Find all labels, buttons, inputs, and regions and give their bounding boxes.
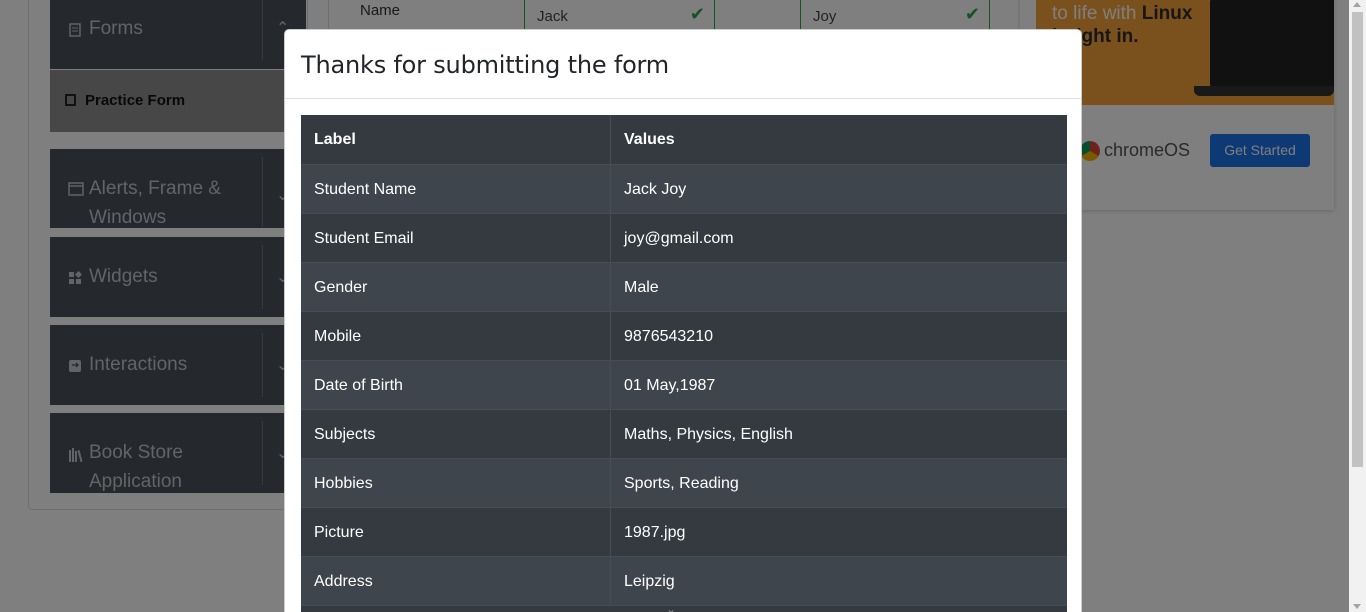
scroll-down-icon[interactable]	[1353, 604, 1361, 609]
table-row: Subjects Maths, Physics, English	[301, 409, 1067, 459]
table-header-row: Label Values	[301, 115, 1067, 164]
row-value: 01 May,1987	[624, 377, 716, 394]
table-row-partial	[301, 605, 1067, 612]
header-label: Label	[301, 115, 611, 164]
table-row: Student Name Jack Joy	[301, 164, 1067, 214]
row-value: joy@gmail.com	[624, 230, 734, 247]
row-value: 1987.jpg	[624, 524, 686, 541]
table-row: Picture 1987.jpg	[301, 507, 1067, 557]
table-row: Date of Birth 01 May,1987	[301, 360, 1067, 410]
row-label: Address	[301, 557, 611, 606]
row-label: Date of Birth	[301, 361, 611, 410]
table-row: Gender Male	[301, 262, 1067, 312]
table-row: Address Leipzig	[301, 556, 1067, 606]
row-value: Sports, Reading	[624, 475, 739, 492]
row-label: Mobile	[301, 312, 611, 361]
row-label: Hobbies	[301, 459, 611, 508]
row-label: Subjects	[301, 410, 611, 459]
row-value: Leipzig	[624, 573, 675, 590]
row-label: Gender	[301, 263, 611, 312]
row-label: Student Name	[301, 165, 611, 214]
table-row: Mobile 9876543210	[301, 311, 1067, 361]
modal-title: Thanks for submitting the form	[301, 51, 669, 79]
table-row: Hobbies Sports, Reading	[301, 458, 1067, 508]
submission-modal: Thanks for submitting the form Label Val…	[284, 29, 1082, 612]
row-value: Male	[624, 279, 659, 296]
row-label: Student Email	[301, 214, 611, 263]
row-value: Jack Joy	[624, 181, 687, 198]
row-label: Picture	[301, 508, 611, 557]
modal-header: Thanks for submitting the form	[285, 30, 1081, 99]
table-row: Student Email joy@gmail.com	[301, 213, 1067, 263]
scrollbar-thumb[interactable]	[1352, 12, 1363, 467]
scroll-up-icon[interactable]	[1353, 2, 1361, 7]
header-values: Values	[624, 131, 675, 148]
page-scrollbar[interactable]	[1349, 0, 1366, 612]
row-value: Maths, Physics, English	[624, 426, 793, 443]
row-value: 9876543210	[624, 328, 713, 345]
results-table: Label Values Student Name Jack Joy Student…	[301, 115, 1067, 612]
chevron-down-icon: ⌄	[666, 602, 677, 612]
